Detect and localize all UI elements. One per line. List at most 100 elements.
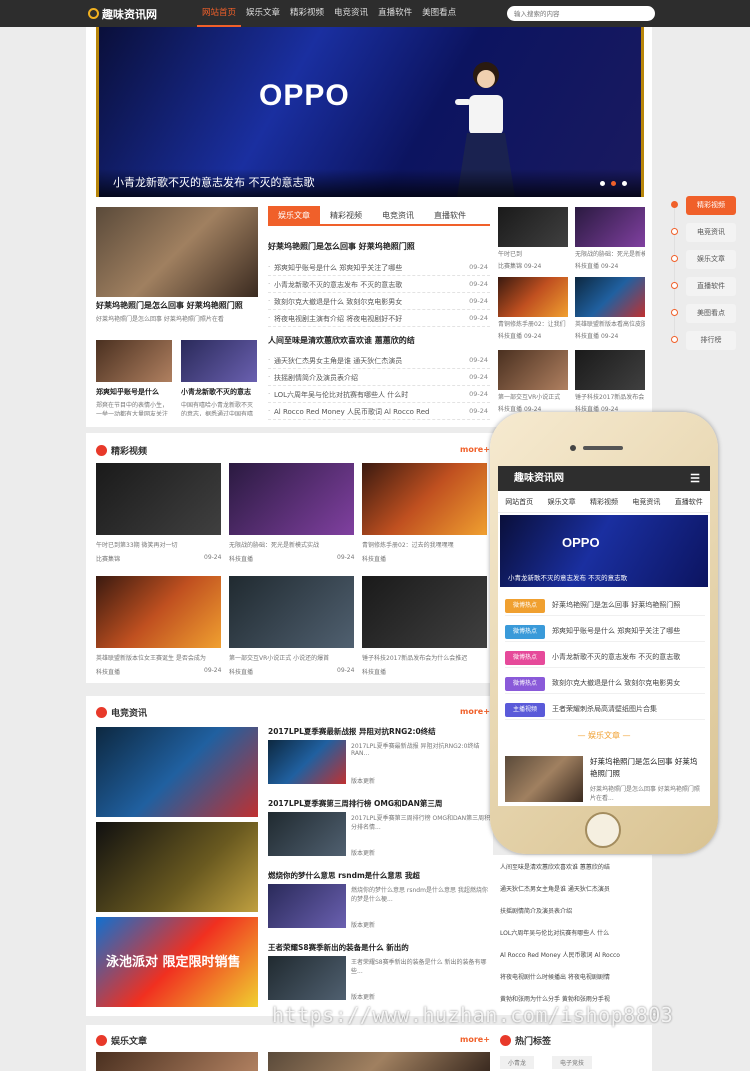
- list-item[interactable]: 郑爽知乎账号是什么 郑爽知乎关注了哪些09-24: [268, 259, 490, 276]
- esports-item-title[interactable]: 2017LPL夏季赛最新战报 异阻对抗RNG2:0终结: [268, 726, 436, 737]
- feature-image[interactable]: [96, 207, 258, 297]
- side-list-item[interactable]: 扶摇剧情简介及演员表介绍: [500, 906, 650, 915]
- entertainment-thumb[interactable]: [268, 1052, 490, 1071]
- esports-item-thumb[interactable]: [268, 740, 346, 784]
- hero-caption[interactable]: 小青龙新歌不灭的意志发布 不灭的意志歌: [113, 174, 315, 190]
- list-item[interactable]: 小青龙新歌不灭的意志发布 不灭的意志歌09-24: [268, 276, 490, 293]
- esports-item-thumb[interactable]: [268, 812, 346, 856]
- video-thumb[interactable]: [96, 463, 221, 535]
- side-nav-entertainment[interactable]: 娱乐文章: [686, 250, 736, 269]
- nav-videos[interactable]: 精彩视频: [285, 0, 329, 27]
- slider-dot-active[interactable]: [611, 181, 616, 186]
- slider-dot[interactable]: [600, 181, 605, 186]
- video-thumb[interactable]: [96, 576, 221, 648]
- mobile-list-row[interactable]: 微博热点 致刻尔克大撤退是什么 致刻尔克电影男女: [505, 674, 705, 694]
- feature-sub1-title[interactable]: 郑爽知乎账号是什么: [96, 387, 172, 397]
- esports-item-thumb[interactable]: [268, 884, 346, 928]
- site-logo[interactable]: 趣味资讯网: [88, 6, 157, 22]
- list1-headline[interactable]: 好莱坞艳照门是怎么回事 好莱坞艳照门照: [268, 241, 415, 252]
- video-thumb[interactable]: [229, 463, 354, 535]
- side-nav-photos[interactable]: 美图看点: [686, 304, 736, 323]
- mobile-card-image[interactable]: [505, 756, 583, 802]
- video-title[interactable]: 无限战的胁础：死光是新模式实战: [229, 540, 354, 549]
- thumb-title[interactable]: 午时已到: [498, 249, 568, 258]
- slider-dot[interactable]: [622, 181, 627, 186]
- thumb-title[interactable]: 英雄联盟新版本看高位皮肤: [575, 319, 645, 328]
- side-list-item[interactable]: 黄勃和张雨为什么分手 黄勃和张雨分手视: [500, 994, 650, 1003]
- esports-more-link[interactable]: more+: [460, 707, 490, 716]
- feature-sub2-image[interactable]: [181, 340, 257, 382]
- nav-live[interactable]: 直播软件: [373, 0, 417, 27]
- list-item[interactable]: 通天狄仁杰男女主角是谁 通天狄仁杰演员09-24: [268, 352, 490, 369]
- mobile-card-title[interactable]: 好莱坞艳照门是怎么回事 好莱坞艳照门照: [590, 756, 704, 780]
- video-title[interactable]: 英雄联盟新版本位女王赛诞生 是否会成为: [96, 653, 221, 662]
- thumb-title[interactable]: 无限战的胁础：死光是新模式: [575, 249, 645, 258]
- hot-tag[interactable]: 电子竞技: [552, 1056, 593, 1069]
- menu-icon[interactable]: ☰: [690, 466, 700, 491]
- nav-home[interactable]: 网站首页: [197, 0, 242, 27]
- hero-slider[interactable]: OPPO 小青龙新歌不灭的意志发布 不灭的意志歌: [96, 27, 644, 197]
- tab-live[interactable]: 直播软件: [424, 206, 476, 224]
- video-thumb[interactable]: [362, 576, 487, 648]
- tab-videos[interactable]: 精彩视频: [320, 206, 372, 224]
- entertainment-thumb[interactable]: [96, 1052, 258, 1071]
- feature-title[interactable]: 好莱坞艳照门是怎么回事 好莱坞艳照门照: [96, 300, 243, 311]
- mobile-hero[interactable]: OPPO 小青龙新歌不灭的意志发布 不灭的意志歌: [500, 515, 708, 587]
- list-item[interactable]: 致刻尔克大撤退是什么 致刻尔克电影男女09-24: [268, 293, 490, 310]
- thumb-image[interactable]: [498, 350, 568, 390]
- search-input[interactable]: [507, 6, 655, 21]
- side-list-item[interactable]: 通天狄仁杰男女主角是谁 通天狄仁杰演员: [500, 884, 650, 893]
- mobile-list-row[interactable]: 微博热点 小青龙新歌不灭的意志发布 不灭的意志歌: [505, 648, 705, 668]
- esports-item-title[interactable]: 燃烧你的梦什么意思 rsndm是什么意思 我超: [268, 870, 420, 881]
- side-nav-live[interactable]: 直播软件: [686, 277, 736, 296]
- video-title[interactable]: 青铜修炼手册02：过去的我嘿嘿嘿: [362, 540, 487, 549]
- list-item[interactable]: 扶摇剧情简介及演员表介绍09-24: [268, 369, 490, 386]
- list2-headline[interactable]: 人间至味是清欢蕙欣欢喜欢谁 蕙蕙欣的结: [268, 335, 415, 346]
- esports-banner[interactable]: 泳池派对 限定限时销售: [96, 917, 258, 1007]
- thumb-title[interactable]: 第一部交互VR小说正式: [498, 392, 568, 401]
- feature-sub1-image[interactable]: [96, 340, 172, 382]
- mobile-list-row[interactable]: 微博热点 好莱坞艳照门是怎么回事 好莱坞艳照门照: [505, 596, 705, 616]
- side-nav-ranking[interactable]: 排行榜: [686, 331, 736, 350]
- esports-lol-image[interactable]: [96, 822, 258, 912]
- video-title[interactable]: 锤子科技2017新品发布会为什么会推迟: [362, 653, 487, 662]
- entertainment-more-link[interactable]: more+: [460, 1035, 490, 1044]
- mobile-nav-item[interactable]: 精彩视频: [590, 491, 618, 512]
- tab-esports[interactable]: 电竞资讯: [372, 206, 424, 224]
- thumb-title[interactable]: 锤子科技2017新品发布会: [575, 392, 645, 401]
- video-title[interactable]: 第一部交互VR小说正式 小说还的爆首: [229, 653, 354, 662]
- video-title[interactable]: 午时已到第33期 微笑再对一切: [96, 540, 221, 549]
- video-more-link[interactable]: more+: [460, 445, 490, 454]
- esports-main-image[interactable]: [96, 727, 258, 817]
- side-list-item[interactable]: LOL六周年吴与伦比对抗赛有哪些人 什么: [500, 928, 650, 937]
- esports-item-title[interactable]: 王者荣耀S8赛季新出的装备是什么 新出的: [268, 942, 409, 953]
- list-item[interactable]: LOL六周年吴与伦比对抗赛有哪些人 什么时09-24: [268, 386, 490, 403]
- side-nav-esports[interactable]: 电竞资讯: [686, 223, 736, 242]
- side-list-item[interactable]: 人间至味是清欢蕙欣欢喜欢谁 蕙蕙欣的结: [500, 862, 650, 871]
- nav-esports[interactable]: 电竞资讯: [329, 0, 373, 27]
- hot-tag[interactable]: 小青龙: [500, 1056, 535, 1069]
- thumb-image[interactable]: [575, 207, 645, 247]
- nav-entertainment[interactable]: 娱乐文章: [241, 0, 285, 27]
- mobile-nav-item[interactable]: 网站首页: [505, 491, 533, 512]
- esports-item-thumb[interactable]: [268, 956, 346, 1000]
- thumb-title[interactable]: 青铜修炼手册02：让我们: [498, 319, 568, 328]
- feature-sub2-title[interactable]: 小青龙新歌不灭的意志: [181, 387, 257, 397]
- side-list-item[interactable]: 将夜电视剧什么时候播出 将夜电视剧剧情: [500, 972, 650, 981]
- mobile-list-row[interactable]: 微博热点 郑爽知乎账号是什么 郑爽知乎关注了哪些: [505, 622, 705, 642]
- nav-photos[interactable]: 美图看点: [417, 0, 461, 27]
- thumb-image[interactable]: [498, 277, 568, 317]
- thumb-image[interactable]: [498, 207, 568, 247]
- list-item[interactable]: 将夜电视剧主演有介绍 将夜电视剧好不好09-24: [268, 310, 490, 327]
- mobile-nav-item[interactable]: 直播软件: [675, 491, 703, 512]
- video-thumb[interactable]: [362, 463, 487, 535]
- tab-entertainment[interactable]: 娱乐文章: [268, 206, 320, 224]
- list-item[interactable]: Al Rocco Red Money 人民币歌词 Al Rocco Red09-…: [268, 403, 490, 420]
- thumb-image[interactable]: [575, 350, 645, 390]
- mobile-logo[interactable]: 趣味资讯网: [514, 473, 564, 484]
- esports-item-title[interactable]: 2017LPL夏季赛第三周排行榜 OMG和DAN第三周: [268, 798, 442, 809]
- video-thumb[interactable]: [229, 576, 354, 648]
- side-list-item[interactable]: Al Rocco Red Money 人民币歌词 Al Rocco: [500, 950, 650, 959]
- thumb-image[interactable]: [575, 277, 645, 317]
- mobile-nav-item[interactable]: 电竞资讯: [632, 491, 660, 512]
